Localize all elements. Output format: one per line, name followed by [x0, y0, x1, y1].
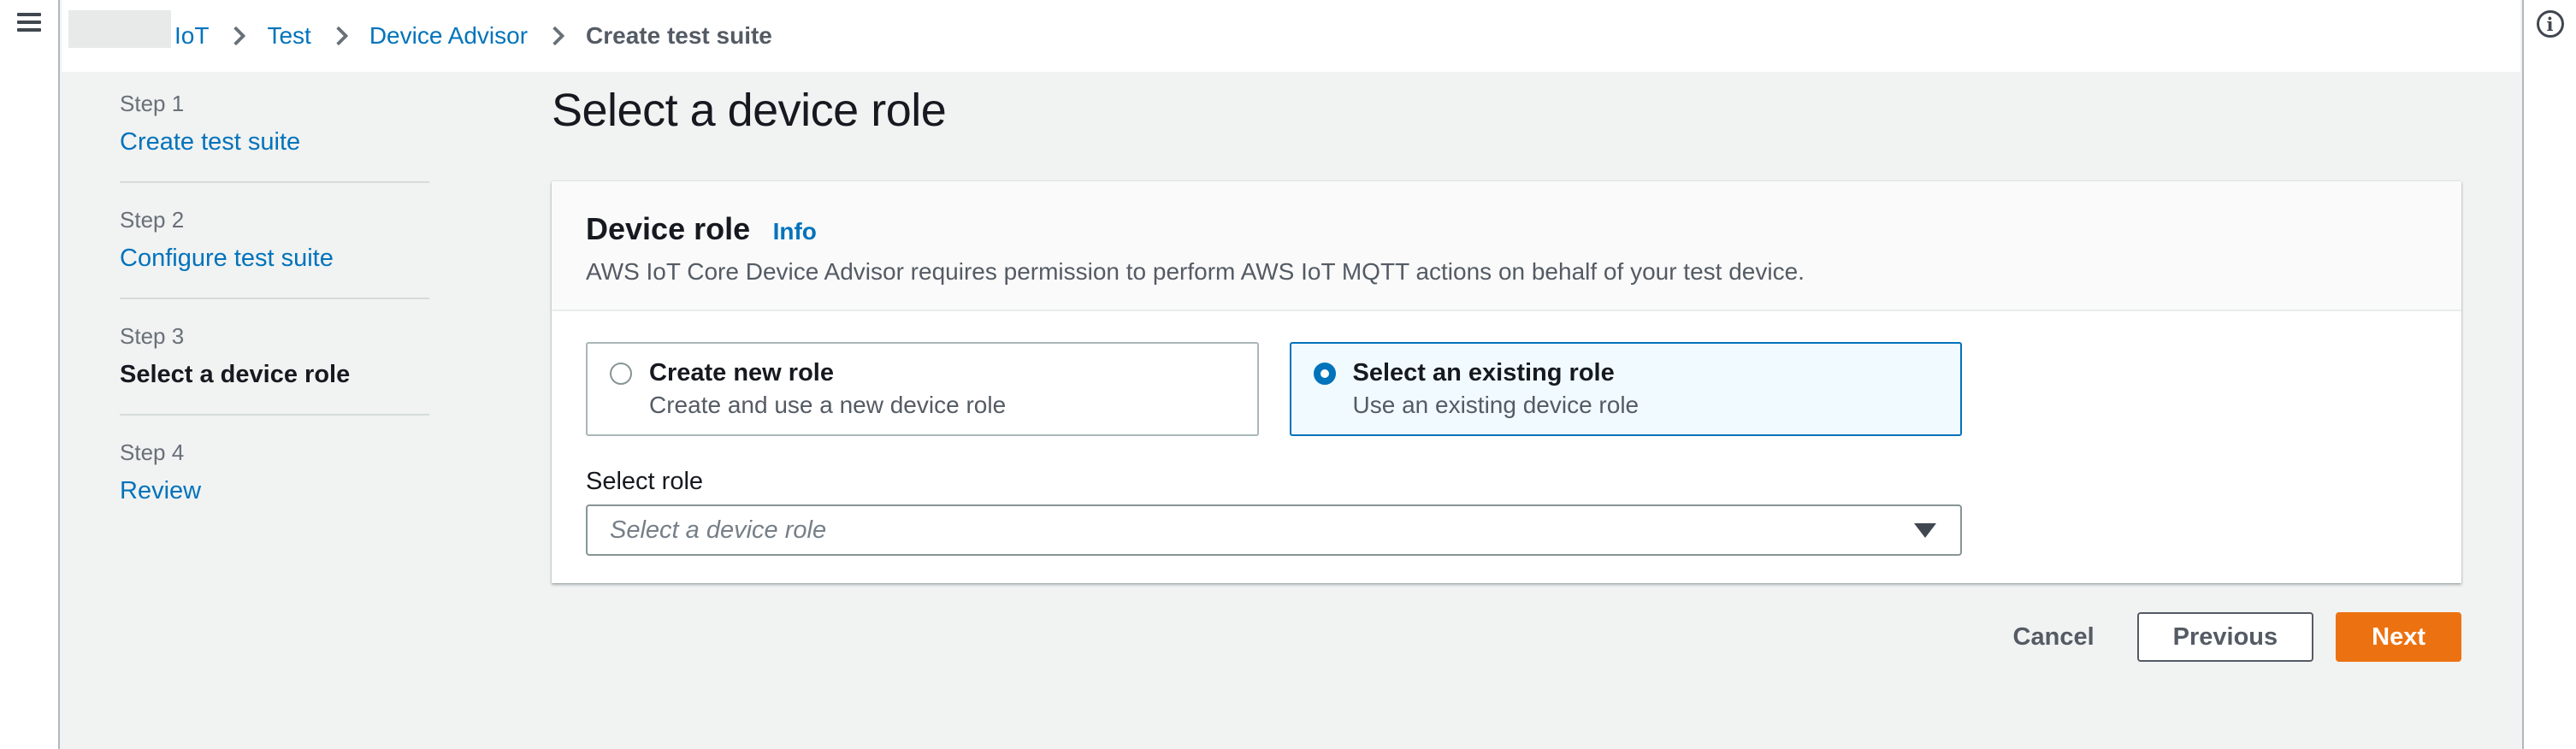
tile-text: Create new role Create and use a new dev… [649, 357, 1006, 421]
step-number-label: Step 4 [120, 438, 429, 467]
wizard-actions: Cancel Previous Next [552, 612, 2461, 662]
hamburger-bar [17, 13, 41, 16]
tile-description: Use an existing device role [1353, 390, 1640, 421]
role-select-dropdown[interactable]: Select a device role [586, 504, 1962, 556]
radio-tile-select-existing-role[interactable]: Select an existing role Use an existing … [1290, 342, 1963, 436]
breadcrumb-separator-icon [227, 27, 246, 46]
breadcrumb-separator-icon [329, 27, 349, 46]
previous-button[interactable]: Previous [2137, 612, 2314, 662]
side-nav-rail [0, 0, 60, 749]
step-current-select-device-role: Select a device role [120, 357, 429, 392]
panel-body: Create new role Create and use a new dev… [552, 311, 2461, 583]
panel-description: AWS IoT Core Device Advisor requires per… [586, 257, 2427, 287]
wizard-step-2: Step 2 Configure test suite [120, 205, 429, 275]
radio-tile-create-new-role[interactable]: Create new role Create and use a new dev… [586, 342, 1259, 436]
wizard-step-3: Step 3 Select a device role [120, 321, 429, 392]
wizard-step-4: Step 4 Review [120, 438, 429, 508]
hamburger-menu-icon[interactable] [17, 13, 41, 32]
info-link[interactable]: Info [773, 218, 817, 245]
step-link-create-test-suite[interactable]: Create test suite [120, 125, 429, 159]
tile-description: Create and use a new device role [649, 390, 1006, 421]
step-link-configure-test-suite[interactable]: Configure test suite [120, 241, 429, 275]
tile-text: Select an existing role Use an existing … [1353, 357, 1640, 421]
breadcrumb-current-page: Create test suite [586, 22, 772, 50]
breadcrumb-item-iot[interactable]: IoT [174, 22, 209, 50]
step-number-label: Step 2 [120, 205, 429, 234]
step-link-review[interactable]: Review [120, 474, 429, 508]
next-button[interactable]: Next [2336, 612, 2461, 662]
breadcrumb: IoT Test Device Advisor Create test suit… [174, 0, 772, 72]
panel-title: Device role [586, 211, 750, 246]
role-option-tiles: Create new role Create and use a new dev… [586, 342, 1962, 436]
tile-label: Create new role [649, 357, 1006, 388]
hamburger-bar [17, 21, 41, 24]
main-content: Select a device role Device role Info AW… [552, 82, 2461, 662]
step-divider [120, 414, 429, 416]
tile-label: Select an existing role [1353, 357, 1640, 388]
redacted-box [68, 10, 171, 48]
breadcrumb-item-device-advisor[interactable]: Device Advisor [369, 22, 528, 50]
hamburger-bar [17, 28, 41, 32]
device-role-panel: Device role Info AWS IoT Core Device Adv… [552, 181, 2461, 583]
breadcrumb-bar: IoT Test Device Advisor Create test suit… [62, 0, 2520, 72]
device-advisor-wizard-screen: IoT Test Device Advisor Create test suit… [0, 0, 2576, 749]
page-title: Select a device role [552, 82, 2461, 139]
step-divider [120, 181, 429, 183]
cancel-button[interactable]: Cancel [2013, 623, 2094, 652]
breadcrumb-separator-icon [546, 27, 565, 46]
step-number-label: Step 3 [120, 321, 429, 351]
breadcrumb-item-test[interactable]: Test [267, 22, 310, 50]
wizard-step-nav: Step 1 Create test suite Step 2 Configur… [120, 89, 429, 508]
radio-checked-icon[interactable] [1314, 363, 1336, 385]
help-panel-rail: i [2522, 0, 2576, 749]
wizard-step-1: Step 1 Create test suite [120, 89, 429, 159]
radio-unchecked-icon[interactable] [610, 363, 632, 385]
caret-down-icon [1914, 523, 1936, 538]
select-placeholder: Select a device role [610, 516, 1914, 545]
panel-header: Device role Info AWS IoT Core Device Adv… [552, 181, 2461, 311]
step-divider [120, 298, 429, 299]
select-role-label: Select role [586, 467, 2427, 496]
step-number-label: Step 1 [120, 89, 429, 118]
select-role-field: Select role Select a device role [586, 467, 2427, 556]
info-circle-icon[interactable]: i [2537, 10, 2564, 38]
